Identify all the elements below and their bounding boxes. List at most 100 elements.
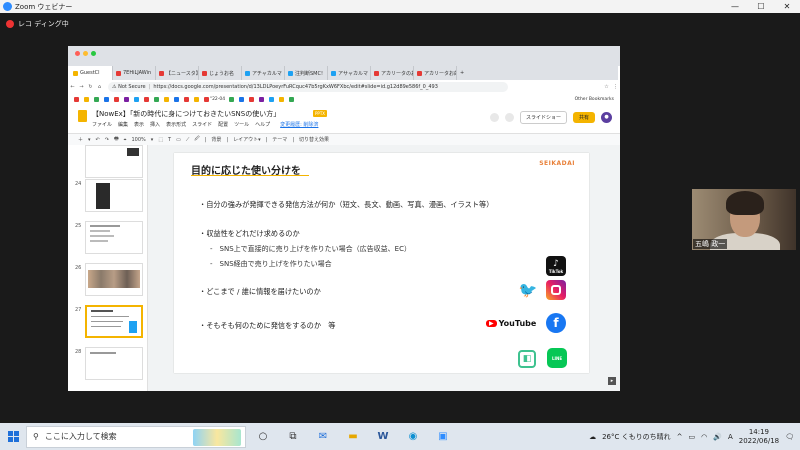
bookmark-item[interactable] (144, 96, 150, 102)
recording-indicator[interactable]: レコ ディング中 (6, 19, 69, 29)
bookmark-item[interactable] (229, 96, 235, 102)
bookmark-item[interactable] (259, 96, 265, 102)
menu-item[interactable]: 配置 (218, 121, 228, 128)
browser-tab[interactable]: 注判断SMC! (285, 66, 328, 80)
share-button[interactable]: 共有 (572, 112, 595, 123)
menu-item[interactable]: 表示 (134, 121, 144, 128)
slides-logo-icon[interactable] (78, 110, 87, 122)
taskbar-search-input[interactable]: ⚲ ここに入力して検索 (26, 425, 246, 448)
collapse-panel-icon[interactable]: ▸ (608, 377, 616, 385)
file-explorer-icon[interactable]: ▬ (340, 427, 366, 447)
cortana-icon[interactable]: ○ (250, 427, 276, 447)
toolbar-item[interactable]: ⬚ (158, 137, 163, 143)
home-icon[interactable]: ⌂ (95, 84, 104, 90)
browser-tab[interactable]: 7EHiLJAWin (113, 66, 156, 80)
toolbar-item[interactable]: ＋ (78, 136, 83, 143)
bookmark-item[interactable] (94, 96, 100, 102)
slide-thumbnail[interactable] (85, 145, 143, 178)
other-bookmarks[interactable]: Other Bookmarks (575, 97, 614, 102)
bookmark-item[interactable] (279, 96, 285, 102)
history-icon[interactable] (489, 113, 499, 122)
menu-item[interactable]: 編集 (118, 121, 128, 128)
minimize-button[interactable]: — (722, 2, 748, 11)
edge-icon[interactable]: ◉ (400, 427, 426, 447)
browser-tab[interactable]: GuestCl (70, 66, 113, 80)
toolbar-item[interactable]: ↷ (105, 137, 109, 143)
toolbar-item[interactable]: テーマ (272, 136, 287, 143)
browser-tab[interactable]: アカリータお的 (414, 66, 457, 80)
tray-chevron-icon[interactable]: ^ (677, 433, 683, 441)
bookmark-item[interactable] (104, 96, 110, 102)
browser-tab[interactable]: じょうお名 (199, 66, 242, 80)
menu-item[interactable]: 挿入 (150, 121, 160, 128)
battery-icon[interactable]: ▭ (689, 433, 696, 441)
menu-item[interactable]: 表示形式 (166, 121, 186, 128)
toolbar-item[interactable]: 🖶 (114, 136, 119, 144)
new-tab-icon[interactable]: + (457, 66, 469, 80)
mail-icon[interactable]: ✉ (310, 427, 336, 447)
bookmark-item[interactable] (164, 96, 170, 102)
browser-tab[interactable]: アサャカルマ (328, 66, 371, 80)
toolbar-item[interactable]: | (226, 137, 228, 143)
browser-tab[interactable]: アカリータのお (371, 66, 414, 80)
bookmark-item[interactable] (114, 96, 120, 102)
minimize-dot-icon[interactable] (83, 51, 88, 56)
toolbar-item[interactable]: ▾ (88, 137, 91, 143)
bookmark-item[interactable] (194, 96, 200, 102)
toolbar-item[interactable]: ⌖ (124, 137, 127, 143)
slide-thumbnail[interactable] (85, 347, 143, 380)
wifi-icon[interactable]: ◠ (701, 433, 707, 441)
bookmark-item[interactable] (269, 96, 275, 102)
zoom-taskbar-icon[interactable]: ▣ (430, 427, 456, 447)
clock[interactable]: 14:19 2022/06/18 (739, 428, 779, 446)
toolbar-item[interactable]: 切り替え効果 (299, 136, 329, 143)
browser-tab[interactable]: アチャカルマ (242, 66, 285, 80)
reload-icon[interactable]: ↻ (86, 84, 95, 90)
bookmark-item[interactable] (84, 96, 90, 102)
slide-thumbnail[interactable] (85, 221, 143, 254)
slide-thumbnail[interactable] (85, 179, 143, 212)
close-dot-icon[interactable] (75, 51, 80, 56)
last-edit-link[interactable]: 変更履歴: 削除済 (280, 121, 318, 128)
task-view-icon[interactable]: ⧉ (280, 427, 306, 447)
bookmark-item[interactable] (289, 96, 295, 102)
toolbar-item[interactable]: | (292, 137, 294, 143)
toolbar-item[interactable]: T (168, 137, 171, 143)
toolbar-item[interactable]: ▭ (176, 137, 181, 143)
toolbar-item[interactable]: 100% (132, 137, 146, 143)
forward-arrow-icon[interactable]: → (77, 84, 86, 90)
bookmark-item[interactable]: "22-04 (204, 96, 225, 102)
toolbar-item[interactable]: | (266, 137, 268, 143)
bookmark-item[interactable] (239, 96, 245, 102)
toolbar-item[interactable]: レイアウト▾ (233, 136, 261, 143)
toolbar-item[interactable]: 背景 (211, 136, 221, 143)
extensions-icon[interactable]: ⋮ (611, 84, 620, 90)
word-icon[interactable]: W (370, 427, 396, 447)
toolbar-item[interactable]: ⟋ (186, 137, 190, 143)
toolbar-item[interactable]: | (205, 137, 207, 143)
menu-item[interactable]: ヘルプ (255, 121, 270, 128)
menu-item[interactable]: ツール (234, 121, 249, 128)
bookmark-item[interactable] (174, 96, 180, 102)
maximize-button[interactable]: ☐ (748, 2, 774, 11)
bookmark-item[interactable] (124, 96, 130, 102)
menu-item[interactable]: スライド (192, 121, 212, 128)
back-arrow-icon[interactable]: ← (68, 84, 77, 90)
slideshow-button[interactable]: スライドショー (519, 111, 567, 124)
star-icon[interactable]: ☆ (602, 84, 611, 90)
account-avatar[interactable]: ● (601, 112, 612, 123)
browser-tab[interactable]: 【ニュースタ】 (156, 66, 199, 80)
toolbar-item[interactable]: ↶ (96, 137, 100, 143)
bookmark-item[interactable] (184, 96, 190, 102)
slide-thumbnail[interactable] (85, 305, 143, 338)
ime-indicator[interactable]: A (728, 433, 733, 441)
bookmark-item[interactable] (74, 96, 80, 102)
menu-item[interactable]: ファイル (92, 121, 112, 128)
toolbar-item[interactable]: ▾ (151, 137, 154, 143)
comment-icon[interactable] (504, 113, 514, 122)
document-title[interactable]: 【NowEx】「新の時代に身につけておきたいSNSの使い方」 (92, 109, 280, 119)
bookmark-item[interactable] (249, 96, 255, 102)
url-input[interactable]: ⚠ Not Secure | https://docs.google.com/p… (108, 82, 508, 92)
volume-icon[interactable]: 🔊 (713, 433, 722, 441)
close-button[interactable]: ✕ (774, 2, 800, 11)
